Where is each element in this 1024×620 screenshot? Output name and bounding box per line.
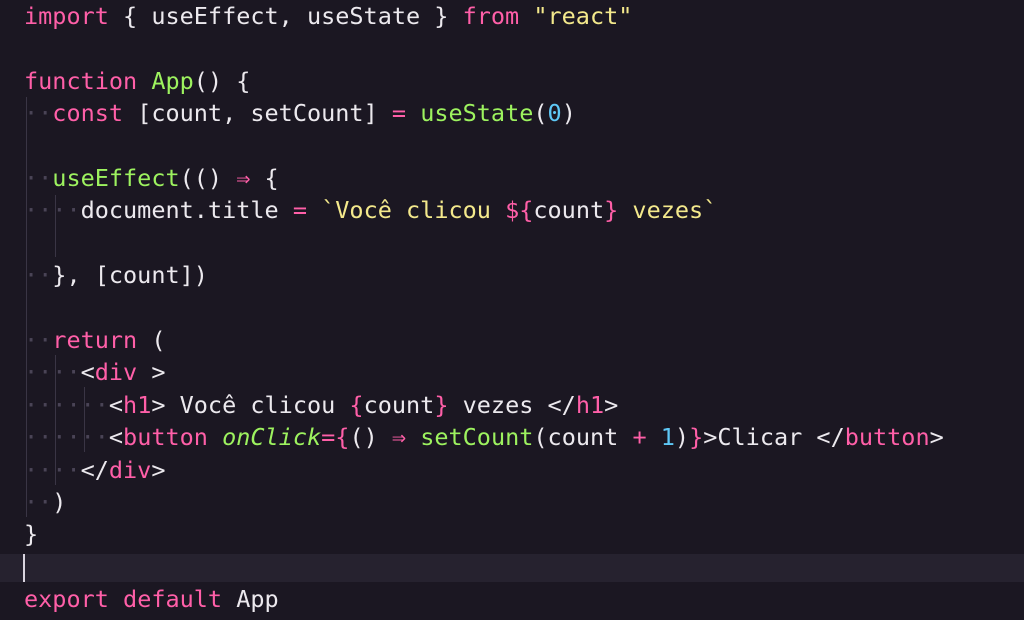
code-token: document.title: [80, 196, 293, 225]
code-token: count: [363, 390, 435, 419]
code-token: +: [632, 423, 647, 452]
code-token: }: [24, 520, 39, 549]
code-line[interactable]: }: [24, 518, 38, 550]
code-token: ): [561, 99, 576, 128]
code-token: ⇒: [391, 423, 407, 452]
whitespace-marker: ······: [24, 390, 109, 419]
code-token: useEffect: [52, 164, 180, 192]
code-token: {: [349, 390, 364, 419]
code-token: count: [533, 196, 605, 225]
code-token: onClick: [222, 423, 322, 452]
code-token: <: [80, 358, 95, 387]
code-token: <: [108, 423, 124, 452]
code-line[interactable]: ····document.title = `Você clicou ${coun…: [24, 194, 717, 226]
whitespace-marker: ··: [24, 261, 53, 290]
code-token: {: [335, 423, 350, 452]
code-token: button: [123, 423, 208, 452]
code-token: App: [151, 66, 194, 95]
code-token: (): [349, 423, 392, 452]
code-token: ): [52, 488, 67, 516]
code-token: ${: [505, 196, 534, 225]
code-token: from: [462, 2, 520, 30]
code-token: }, [count]): [52, 261, 208, 290]
whitespace-marker: ··: [24, 164, 53, 192]
code-token: {: [250, 164, 279, 192]
code-token: `Você clicou: [321, 196, 506, 225]
code-line[interactable]: ··return (: [24, 324, 165, 356]
code-token: { useEffect, useState }: [108, 2, 463, 30]
whitespace-marker: ····: [24, 358, 81, 387]
whitespace-marker: ··: [24, 488, 53, 516]
code-token: >: [137, 358, 166, 387]
code-token: button: [844, 423, 930, 452]
text-cursor: [23, 554, 25, 582]
code-line[interactable]: ··}, [count]): [24, 259, 208, 291]
code-token: >: [604, 390, 619, 419]
current-line-highlight: [0, 554, 1024, 582]
code-line[interactable]: export default App: [24, 583, 279, 615]
code-line[interactable]: ····</div>: [24, 454, 166, 486]
code-token: >Clicar </: [703, 423, 845, 452]
code-token: ((): [179, 164, 237, 192]
whitespace-marker: ··: [24, 99, 53, 128]
code-token: vezes </: [448, 390, 576, 419]
code-token: <: [108, 390, 124, 419]
whitespace-marker: ··: [24, 326, 53, 354]
code-token: }: [604, 196, 619, 225]
code-token: div: [94, 358, 138, 387]
code-token: h1: [575, 390, 605, 419]
code-token: >: [929, 423, 944, 452]
whitespace-marker: ····: [24, 196, 81, 225]
code-token: }: [434, 390, 449, 419]
code-token: () {: [193, 66, 251, 95]
code-token: </: [80, 455, 109, 484]
whitespace-marker: ······: [24, 423, 109, 452]
code-line[interactable]: ··): [24, 486, 66, 518]
code-token: 1: [660, 423, 675, 452]
code-token: (: [533, 99, 548, 128]
code-token: >: [151, 455, 166, 484]
code-token: "react": [533, 2, 633, 30]
code-token: useState: [420, 99, 534, 128]
code-token: default: [123, 585, 223, 614]
code-token: }: [689, 423, 704, 452]
code-token: const: [52, 99, 124, 128]
code-token: > Você clicou: [151, 390, 350, 419]
code-token: =: [391, 99, 407, 128]
code-line[interactable]: ······<button onClick={() ⇒ setCount(cou…: [24, 421, 944, 453]
code-line[interactable]: import { useEffect, useState } from "rea…: [24, 0, 632, 32]
code-token: [count, setCount]: [123, 99, 392, 128]
code-editor[interactable]: import { useEffect, useState } from "rea…: [0, 0, 1024, 620]
code-token: div: [108, 455, 152, 484]
code-line[interactable]: ··useEffect(() ⇒ {: [24, 162, 279, 194]
code-token: 0: [547, 99, 562, 128]
whitespace-marker: ····: [24, 455, 81, 484]
code-token: import: [24, 2, 109, 30]
code-line[interactable]: ··const [count, setCount] = useState(0): [24, 97, 576, 129]
code-line[interactable]: ······<h1> Você clicou {count} vezes </h…: [24, 389, 618, 421]
code-token: h1: [123, 390, 152, 419]
code-token: vezes`: [618, 196, 718, 225]
code-token: =: [321, 423, 336, 452]
code-token: return: [52, 326, 138, 354]
code-token: ): [674, 423, 690, 452]
code-line[interactable]: ····<div >: [24, 356, 166, 388]
code-token: function: [24, 66, 138, 95]
code-token: export: [24, 585, 109, 614]
code-line[interactable]: function App() {: [24, 65, 250, 97]
code-token: (: [137, 326, 166, 354]
code-token: =: [292, 196, 307, 225]
code-token: (count: [533, 423, 633, 452]
code-token: setCount: [420, 423, 534, 452]
code-token: ⇒: [236, 164, 251, 192]
code-token: App: [222, 585, 279, 614]
